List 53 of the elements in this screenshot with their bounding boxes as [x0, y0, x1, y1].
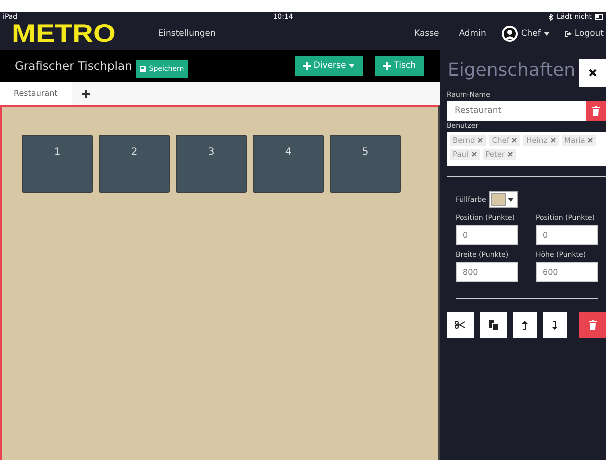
caret-icon	[508, 198, 514, 202]
copy-icon	[488, 320, 498, 330]
trash-icon	[588, 320, 597, 330]
copy-button[interactable]	[480, 312, 507, 338]
scissors-icon	[455, 321, 466, 329]
remove-icon	[478, 138, 484, 143]
plus-icon	[302, 62, 311, 70]
panel-title: Eigenschaften	[448, 60, 576, 80]
page-title: Grafischer Tischplan	[15, 59, 132, 73]
cut-button[interactable]	[447, 312, 474, 338]
user-menu[interactable]: Chef	[502, 26, 550, 42]
battery-icon	[594, 14, 604, 20]
logout-link[interactable]: Logout	[564, 29, 604, 39]
arrow-down-icon	[552, 320, 558, 330]
table-block[interactable]: 1	[22, 135, 93, 193]
nav-link[interactable]: Einstellungen	[158, 29, 216, 39]
input-field[interactable]: 0	[456, 225, 518, 245]
table-block[interactable]: 4	[253, 135, 324, 193]
delete-button[interactable]	[579, 312, 606, 338]
color-picker[interactable]	[489, 191, 518, 208]
tab[interactable]: Restaurant	[0, 82, 72, 105]
table-block[interactable]: 5	[330, 135, 401, 193]
nav-link[interactable]: Kasse	[414, 29, 440, 39]
close-icon	[588, 69, 596, 77]
bluetooth-icon	[548, 14, 554, 20]
input-field[interactable]: 600	[536, 262, 598, 282]
caret-icon	[544, 32, 550, 36]
delete-button[interactable]	[586, 101, 606, 121]
caret-icon	[349, 64, 356, 68]
remove-icon	[588, 138, 594, 143]
arrow-up-icon	[522, 320, 528, 330]
remove-icon	[508, 152, 514, 157]
remove-icon	[512, 138, 518, 143]
move-down-button[interactable]	[542, 312, 568, 338]
nav-link[interactable]: Admin	[459, 29, 486, 39]
remove-icon	[472, 152, 477, 157]
plus-icon	[82, 90, 90, 98]
trash-icon	[592, 106, 600, 116]
table-block[interactable]: 3	[176, 135, 247, 193]
avatar-icon	[504, 28, 516, 40]
logo[interactable]: METRO	[12, 20, 116, 48]
add-button[interactable]: Tisch	[375, 56, 424, 76]
close-button[interactable]	[579, 59, 606, 87]
remove-icon	[550, 138, 556, 143]
floppy-icon	[140, 66, 146, 72]
input-field[interactable]: 0	[536, 225, 598, 245]
input-field[interactable]: 800	[456, 262, 518, 282]
logout-icon	[564, 30, 572, 38]
plus-icon	[383, 62, 392, 70]
dropdown-button[interactable]: Diverse	[294, 56, 364, 76]
move-up-button[interactable]	[512, 312, 537, 338]
table-block[interactable]: 2	[99, 135, 170, 193]
room-name-field[interactable]: Restaurant	[447, 101, 586, 121]
